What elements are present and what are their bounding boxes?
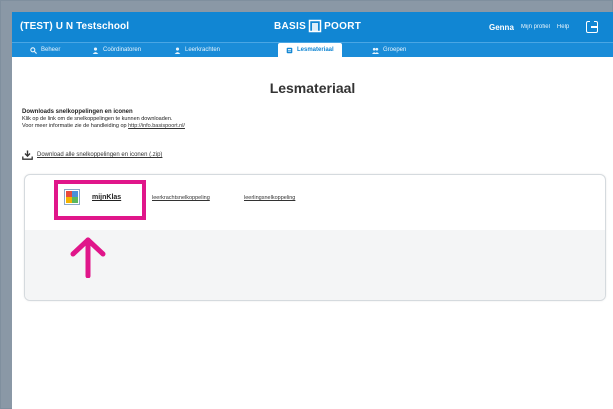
person-icon [174, 46, 181, 54]
tab-label: Leerkrachten [185, 47, 221, 53]
logout-icon[interactable] [586, 21, 599, 33]
app-window: (TEST) U N Testschool BASIS POORT Genna … [12, 12, 613, 409]
tab-label: Lesmateriaal [297, 47, 334, 53]
tab-label: Coördinatoren [103, 47, 142, 53]
help-link[interactable]: Help [557, 24, 569, 30]
info-prefix: Voor meer informatie zie de handleiding … [22, 123, 129, 129]
info-text: Voor meer informatie zie de handleiding … [22, 123, 582, 130]
tab-label: Beheer [41, 47, 61, 53]
highlight-box [54, 180, 146, 220]
magnifier-icon [30, 46, 37, 54]
profile-link[interactable]: Mijn profiel [521, 24, 550, 30]
tab-lesmateriaal[interactable]: Lesmateriaal [278, 43, 342, 57]
main-navigation: Beheer Coördinatoren Leerkrachten Lesmat… [12, 42, 613, 57]
downloads-section: Downloads snelkoppelingen en iconen Klik… [22, 109, 582, 130]
logo-text-right: POORT [324, 20, 362, 32]
user-area: Genna Mijn profiel Help [489, 21, 599, 33]
manual-link[interactable]: http://info.basispoort.nl/ [128, 123, 185, 129]
arrow-up-icon [70, 237, 106, 278]
group-icon [372, 47, 379, 54]
tab-label: Groepen [383, 47, 407, 53]
download-all-link[interactable]: Download alle snelkoppelingen en iconen … [37, 152, 162, 158]
top-bar: (TEST) U N Testschool BASIS POORT Genna … [12, 12, 613, 42]
page-title: Lesmateriaal [269, 80, 356, 96]
logo-text-left: BASIS [274, 20, 307, 32]
basispoort-logo[interactable]: BASIS POORT [274, 19, 361, 33]
tab-groepen[interactable]: Groepen [372, 43, 406, 57]
book-icon [286, 47, 293, 53]
instruction-text: Klik op de link om de snelkoppelingen te… [22, 116, 173, 122]
panel-footer-area [25, 230, 605, 300]
tab-coordinatoren[interactable]: Coördinatoren [92, 43, 141, 57]
student-shortcut-link[interactable]: leerlingsnelkoppeling [244, 195, 295, 201]
school-name: (TEST) U N Testschool [20, 21, 130, 32]
download-icon [22, 150, 33, 160]
user-name: Genna [489, 22, 514, 32]
person-icon [92, 46, 99, 54]
tab-beheer[interactable]: Beheer [30, 43, 60, 57]
download-all-row: Download alle snelkoppelingen en iconen … [22, 150, 162, 160]
teacher-shortcut-link[interactable]: leerkrachtsnelkoppeling [152, 195, 210, 201]
door-icon [308, 19, 322, 33]
section-heading: Downloads snelkoppelingen en iconen [22, 109, 133, 115]
tab-leerkrachten[interactable]: Leerkrachten [174, 43, 220, 57]
